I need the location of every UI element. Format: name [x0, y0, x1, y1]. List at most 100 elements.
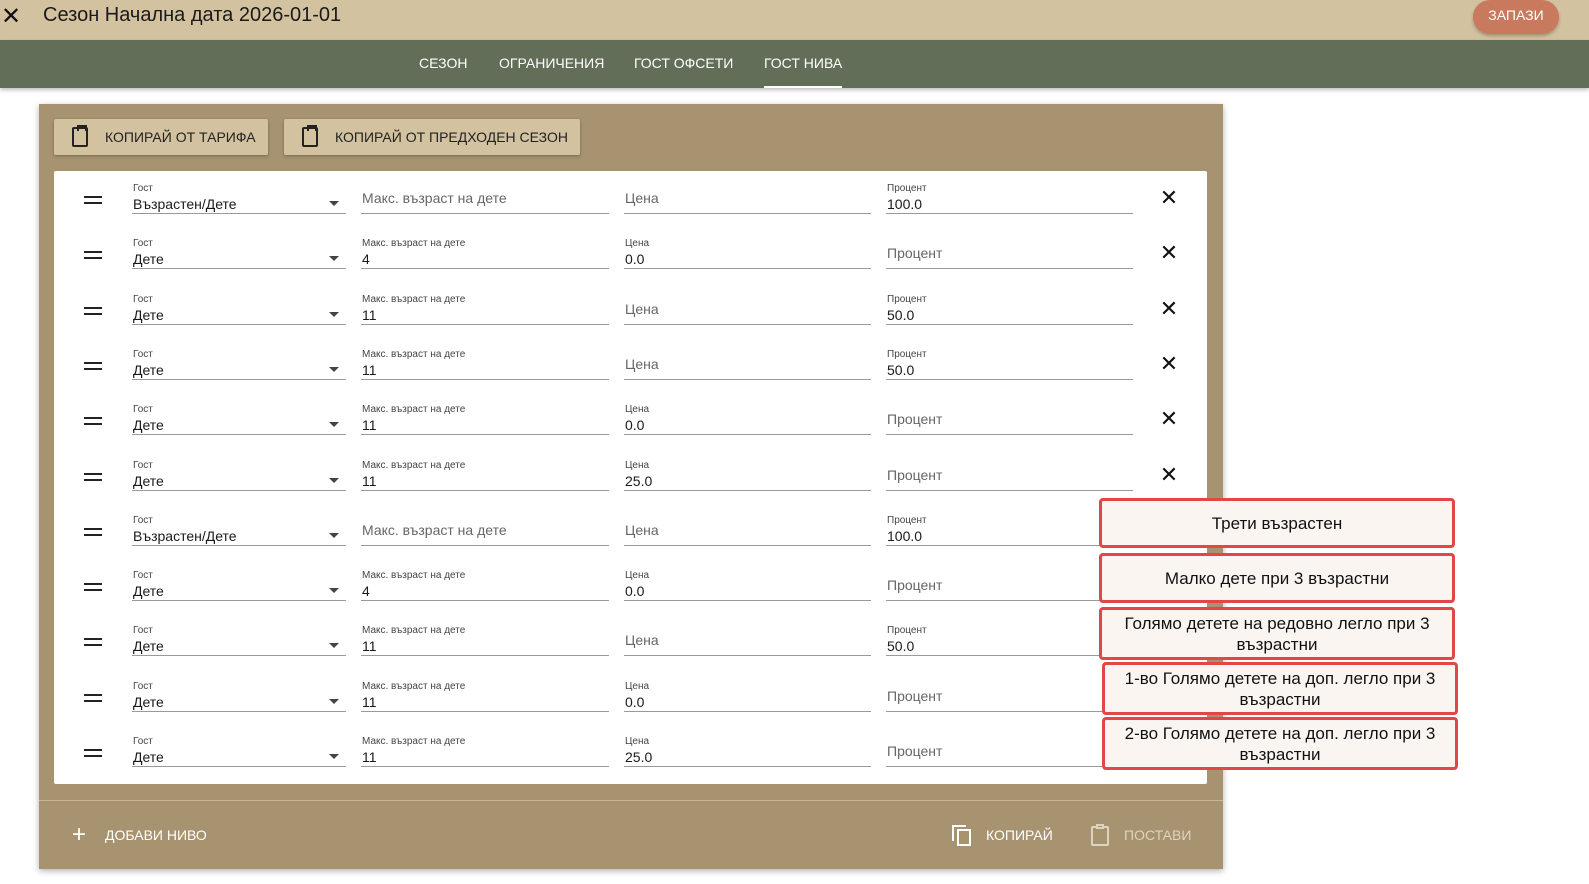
price-field[interactable]: Цена 25.0: [624, 460, 871, 491]
guest-select[interactable]: Гост Дете: [132, 238, 346, 270]
price-field[interactable]: Цена: [624, 349, 871, 380]
guest-select[interactable]: Гост Дете: [132, 460, 346, 491]
drag-handle-icon[interactable]: [84, 196, 102, 204]
tab-season[interactable]: СЕЗОН: [419, 40, 467, 88]
drag-handle-icon[interactable]: [84, 472, 102, 481]
guest-select[interactable]: Гост Дете: [132, 570, 346, 602]
copy-from-previous-season-button[interactable]: КОПИРАЙ ОТ ПРЕДХОДЕН СЕЗОН: [284, 119, 580, 155]
chevron-down-icon[interactable]: [329, 256, 339, 262]
price-field[interactable]: Цена 0.0: [624, 404, 871, 436]
drag-handle-icon[interactable]: [84, 361, 102, 370]
price-field[interactable]: Цена: [624, 294, 871, 325]
chevron-down-icon[interactable]: [329, 532, 339, 538]
delete-row-icon[interactable]: ✕: [1159, 240, 1179, 266]
percent-field-placeholder: Процент: [887, 743, 943, 759]
copy-from-tariff-button[interactable]: КОПИРАЙ ОТ ТАРИФА: [54, 119, 268, 155]
level-row: Гост Дете Макс. възраст на дете 11 Цена 0.0 Пр…: [54, 669, 1207, 724]
chevron-down-icon[interactable]: [329, 477, 339, 483]
chevron-down-icon[interactable]: [329, 754, 339, 759]
max-child-age-field-label: Макс. възраст на дете: [362, 238, 466, 250]
percent-field[interactable]: Процент: [886, 736, 1133, 767]
add-level-button[interactable]: + ДОБАВИ НИВО: [72, 823, 212, 847]
guest-select[interactable]: Гост Дете: [132, 681, 346, 712]
max-child-age-field[interactable]: Макс. възраст на дете: [361, 515, 609, 546]
drag-handle-icon[interactable]: [84, 417, 102, 426]
max-child-age-field[interactable]: Макс. възраст на дете: [361, 183, 609, 214]
max-child-age-field-value: 11: [362, 638, 377, 655]
chevron-down-icon[interactable]: [329, 422, 339, 428]
guest-levels-panel: КОПИРАЙ ОТ ТАРИФА КОПИРАЙ ОТ ПРЕДХОДЕН С…: [39, 104, 1223, 869]
max-child-age-field[interactable]: Макс. възраст на дете 4: [361, 570, 609, 602]
price-field[interactable]: Цена 0.0: [624, 570, 871, 602]
percent-field[interactable]: Процент 50.0: [886, 294, 1133, 325]
chevron-down-icon[interactable]: [329, 588, 339, 594]
delete-row-icon[interactable]: ✕: [1159, 462, 1179, 488]
percent-field[interactable]: Процент 50.0: [886, 349, 1133, 380]
percent-field[interactable]: Процент: [886, 570, 1133, 602]
price-field-label: Цена: [625, 459, 650, 471]
save-button[interactable]: ЗАПАЗИ: [1473, 0, 1559, 34]
guest-select[interactable]: Гост Дете: [132, 625, 346, 657]
chevron-down-icon[interactable]: [329, 311, 339, 317]
price-field[interactable]: Цена: [624, 625, 871, 657]
max-child-age-field[interactable]: Макс. възраст на дете 11: [361, 625, 609, 657]
guest-select[interactable]: Гост Дете: [132, 349, 346, 380]
max-child-age-field[interactable]: Макс. възраст на дете 11: [361, 681, 609, 712]
percent-field[interactable]: Процент: [886, 238, 1133, 270]
percent-field[interactable]: Процент 100.0: [886, 515, 1133, 546]
drag-handle-icon[interactable]: [84, 251, 102, 260]
drag-handle-icon[interactable]: [84, 583, 102, 592]
max-child-age-field-placeholder: Макс. възраст на дете: [362, 521, 507, 538]
level-row: Гост Възрастен/Дете Макс. възраст на дете Ц…: [54, 171, 1207, 226]
max-child-age-field[interactable]: Макс. възраст на дете 11: [361, 404, 609, 436]
price-field[interactable]: Цена 25.0: [624, 736, 871, 767]
drag-handle-icon[interactable]: [84, 306, 102, 315]
percent-field[interactable]: Процент 100.0: [886, 183, 1133, 214]
guest-select[interactable]: Гост Възрастен/Дете: [132, 183, 346, 214]
chevron-down-icon[interactable]: [329, 366, 339, 372]
annotation-note: Трети възрастен: [1099, 498, 1455, 548]
annotation-note: 2-во Голямо детете на доп. легло при 3 в…: [1102, 717, 1458, 770]
price-field[interactable]: Цена: [624, 515, 871, 546]
drag-handle-icon[interactable]: [84, 638, 102, 647]
percent-field-label: Процент: [887, 183, 927, 194]
price-field[interactable]: Цена 0.0: [624, 681, 871, 712]
guest-select[interactable]: Гост Дете: [132, 736, 346, 767]
delete-row-icon[interactable]: ✕: [1159, 185, 1179, 211]
guest-select-label: Гост: [133, 625, 153, 637]
guest-select-value: Дете: [133, 361, 164, 378]
paste-button[interactable]: ПОСТАВИ: [1090, 824, 1200, 846]
price-field[interactable]: Цена 0.0: [624, 238, 871, 270]
guest-select[interactable]: Гост Дете: [132, 294, 346, 325]
percent-field[interactable]: Процент: [886, 460, 1133, 491]
drag-handle-icon[interactable]: [84, 749, 102, 757]
tab-guest-offsets[interactable]: ГОСТ ОФСЕТИ: [634, 40, 733, 88]
guest-select-value: Дете: [133, 638, 164, 655]
delete-row-icon[interactable]: ✕: [1159, 296, 1179, 322]
tab-restrictions[interactable]: ОГРАНИЧЕНИЯ: [499, 40, 604, 88]
delete-row-icon[interactable]: ✕: [1159, 406, 1179, 432]
close-icon[interactable]: ✕: [0, 4, 22, 30]
chevron-down-icon[interactable]: [329, 643, 339, 649]
tab-guest-levels[interactable]: ГОСТ НИВА: [764, 40, 843, 88]
guest-select[interactable]: Гост Дете: [132, 404, 346, 436]
guest-select-label: Гост: [133, 736, 153, 747]
guest-select[interactable]: Гост Възрастен/Дете: [132, 515, 346, 546]
max-child-age-field-label: Макс. възраст на дете: [362, 348, 466, 360]
drag-handle-icon[interactable]: [84, 693, 102, 702]
max-child-age-field[interactable]: Макс. възраст на дете 4: [361, 238, 609, 270]
chevron-down-icon[interactable]: [329, 201, 339, 206]
max-child-age-field[interactable]: Макс. възраст на дете 11: [361, 460, 609, 491]
chevron-down-icon[interactable]: [329, 698, 339, 704]
max-child-age-field[interactable]: Макс. възраст на дете 11: [361, 736, 609, 767]
percent-field[interactable]: Процент 50.0: [886, 625, 1133, 657]
max-child-age-field[interactable]: Макс. възраст на дете 11: [361, 294, 609, 325]
max-child-age-field[interactable]: Макс. възраст на дете 11: [361, 349, 609, 380]
copy-button[interactable]: КОПИРАЙ: [952, 824, 1062, 846]
drag-handle-icon[interactable]: [84, 527, 102, 536]
delete-row-icon[interactable]: ✕: [1159, 351, 1179, 377]
price-field[interactable]: Цена: [624, 183, 871, 214]
percent-field[interactable]: Процент: [886, 404, 1133, 436]
percent-field[interactable]: Процент: [886, 681, 1133, 712]
add-level-label: ДОБАВИ НИВО: [105, 827, 207, 843]
